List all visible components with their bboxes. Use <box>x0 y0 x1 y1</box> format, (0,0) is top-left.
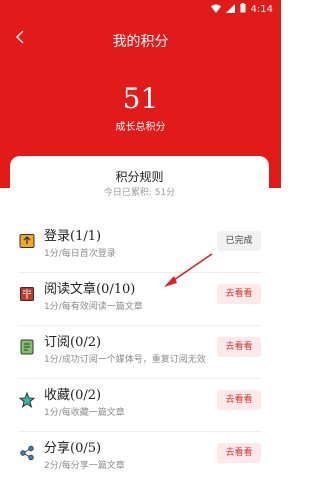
rule-item-read: 阅读文章(0/10) 1分/每有效阅读一篇文章 去看看 <box>16 273 263 325</box>
battery-icon <box>240 3 246 16</box>
rules-card: 积分规则 今日已累积: 51分 登录(1/1) 1分/每日首次登录 已完成 阅读… <box>10 156 269 471</box>
go-share-button[interactable]: 去看看 <box>217 443 261 463</box>
rule-title: 阅读文章(0/10) <box>44 282 136 297</box>
rule-item-share: 分享(0/5) 2分/每分享一篇文章 去看看 <box>16 432 263 484</box>
rule-desc: 1分/每有效阅读一篇文章 <box>44 302 143 312</box>
share-icon <box>18 444 36 462</box>
go-read-button[interactable]: 去看看 <box>217 284 261 304</box>
total-score-label: 成长总积分 <box>115 122 166 133</box>
go-subscribe-button[interactable]: 去看看 <box>217 337 261 357</box>
rule-desc: 1分/每收藏一篇文章 <box>44 408 125 418</box>
go-favorite-button[interactable]: 去看看 <box>217 390 261 410</box>
rule-item-favorite: 收藏(0/2) 1分/每收藏一篇文章 去看看 <box>16 379 263 431</box>
rule-title: 分享(0/5) <box>44 441 102 456</box>
rule-desc: 1分/每日首次登录 <box>44 249 116 259</box>
star-icon <box>18 391 36 409</box>
book-icon <box>18 285 36 303</box>
annotation-arrow-icon <box>164 253 213 287</box>
rules-card-title: 积分规则 <box>115 170 164 184</box>
status-time: 4:14 <box>250 4 273 15</box>
status-bar: 4:14 <box>0 0 281 18</box>
page-title: 我的积分 <box>112 34 169 50</box>
rule-title: 收藏(0/2) <box>44 388 102 403</box>
wifi-icon <box>210 4 221 16</box>
signal-icon <box>225 3 235 16</box>
rule-item-subscribe: 订阅(0/2) 1分/成功订阅一个媒体号，重复订阅无效 去看看 <box>16 326 263 378</box>
subscribe-icon <box>18 338 36 356</box>
rule-item-login: 登录(1/1) 1分/每日首次登录 已完成 <box>16 220 263 272</box>
rule-title: 订阅(0/2) <box>44 335 102 350</box>
login-icon <box>18 232 36 250</box>
total-score-value: 51 <box>122 82 159 115</box>
completed-badge: 已完成 <box>217 231 261 251</box>
rule-desc: 1分/成功订阅一个媒体号，重复订阅无效 <box>44 355 206 365</box>
rules-card-subtitle: 今日已累积: 51分 <box>103 188 176 198</box>
rule-title: 登录(1/1) <box>44 229 102 244</box>
